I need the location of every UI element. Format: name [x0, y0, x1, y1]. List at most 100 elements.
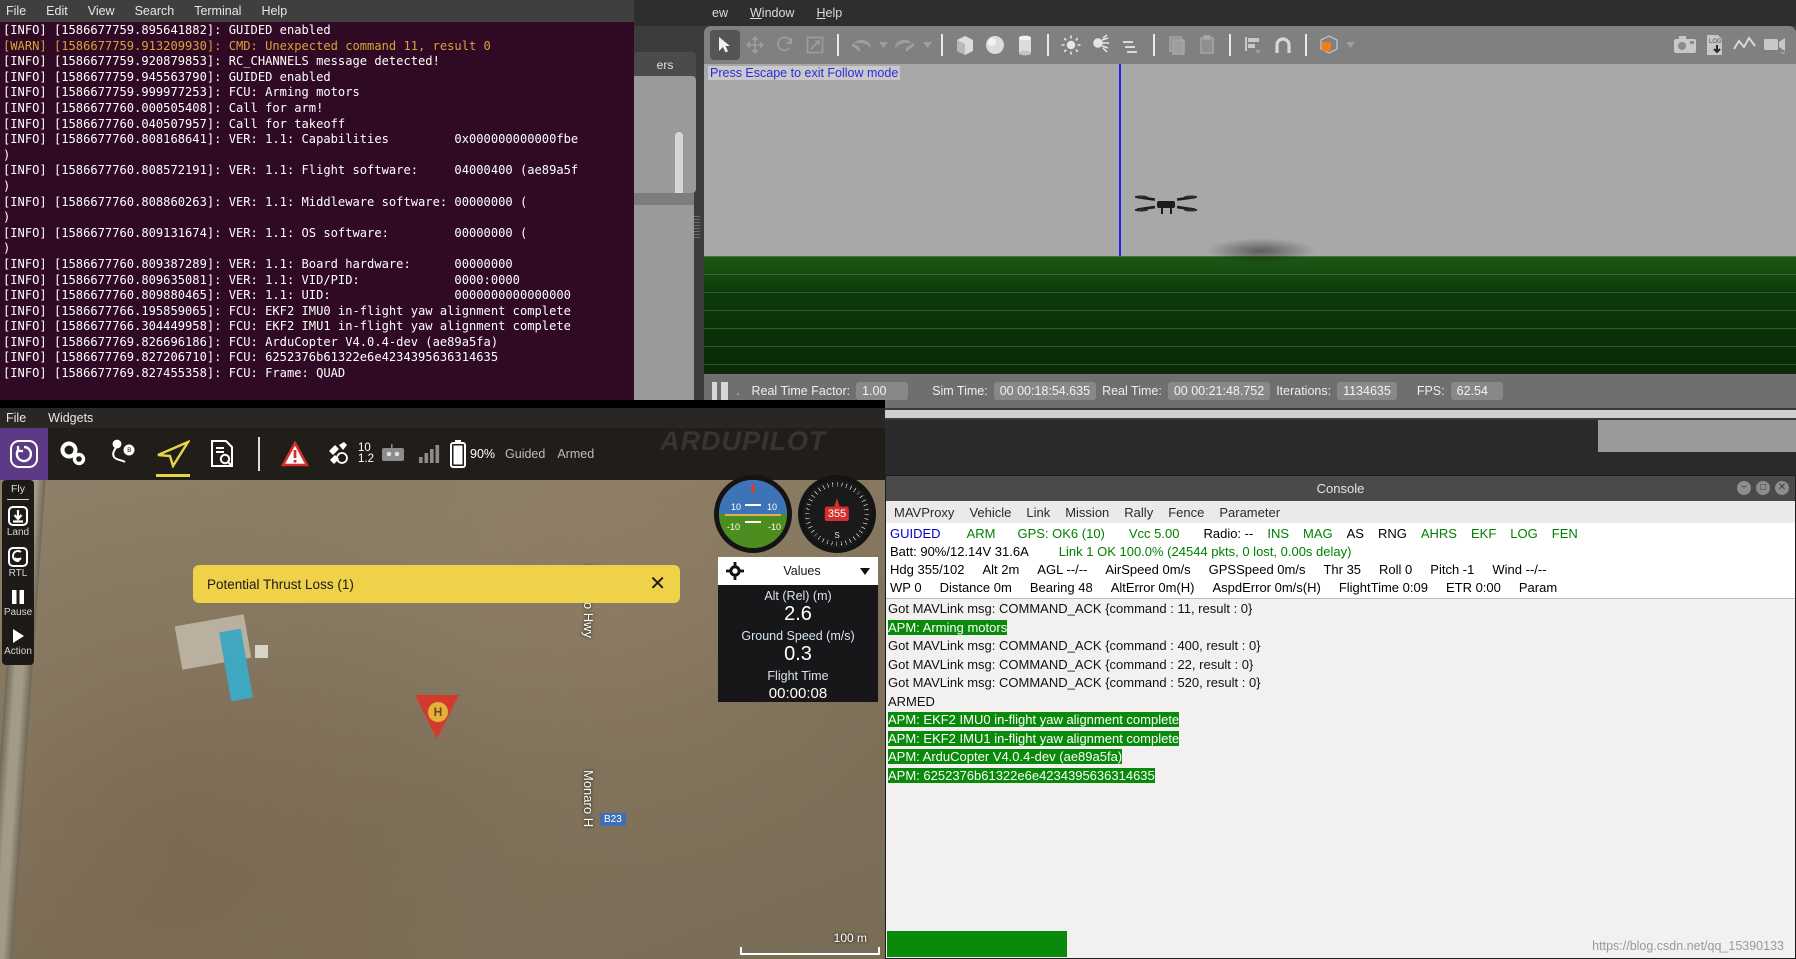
- mavproxy-menu-mavproxy[interactable]: MAVProxy: [894, 505, 954, 520]
- rtl-button[interactable]: RTL: [2, 547, 34, 579]
- close-icon[interactable]: ✕: [649, 574, 666, 594]
- log-save-icon[interactable]: LOG: [1700, 30, 1730, 60]
- qgc-fly-button[interactable]: [148, 428, 198, 480]
- box-icon[interactable]: [950, 30, 980, 60]
- attitude-indicator[interactable]: 10 10 -10 -10: [714, 475, 792, 553]
- close-icon[interactable]: ✕: [1775, 481, 1789, 495]
- terminal-menu-help[interactable]: Help: [259, 4, 289, 18]
- mavproxy-menu-link[interactable]: Link: [1026, 505, 1050, 520]
- pause-button[interactable]: Pause: [2, 588, 34, 618]
- status-field[interactable]: Bearing 48: [1030, 579, 1093, 597]
- view-cube-icon[interactable]: [1314, 30, 1344, 60]
- warning-triangle-icon[interactable]: [270, 428, 320, 480]
- translate-icon[interactable]: [740, 30, 770, 60]
- cylinder-icon[interactable]: [1010, 30, 1040, 60]
- status-field[interactable]: FlightTime 0:09: [1339, 579, 1428, 597]
- snap-icon[interactable]: [1268, 30, 1298, 60]
- copy-icon[interactable]: [1162, 30, 1192, 60]
- armed-state-label[interactable]: Armed: [557, 447, 594, 461]
- gps-status[interactable]: 10 1.2: [326, 441, 374, 467]
- mavproxy-menu-fence[interactable]: Fence: [1168, 505, 1204, 520]
- mavproxy-menu-mission[interactable]: Mission: [1065, 505, 1109, 520]
- qgc-plan-button[interactable]: B: [98, 428, 148, 480]
- scale-icon[interactable]: [800, 30, 830, 60]
- view-cube-dropdown-icon[interactable]: [1344, 30, 1356, 60]
- point-light-icon[interactable]: [1056, 30, 1086, 60]
- plot-icon[interactable]: [1730, 30, 1760, 60]
- status-field[interactable]: Batt: 90%/12.14V 31.6A: [890, 543, 1029, 561]
- alert-banner[interactable]: Potential Thrust Loss (1) ✕: [193, 565, 680, 603]
- gazebo-menu-window[interactable]: Window: [750, 6, 794, 20]
- status-field[interactable]: AGL --/--: [1037, 561, 1087, 579]
- gazebo-panel-resize-handle[interactable]: [694, 216, 700, 240]
- status-field[interactable]: RNG: [1378, 525, 1407, 543]
- status-field[interactable]: Link 1 OK 100.0% (24544 pkts, 0 lost, 0.…: [1059, 543, 1352, 561]
- status-field[interactable]: ETR 0:00: [1446, 579, 1501, 597]
- status-field[interactable]: ARM: [967, 525, 996, 543]
- status-field[interactable]: WP 0: [890, 579, 922, 597]
- gazebo-menu-view[interactable]: ew: [712, 6, 728, 20]
- status-field[interactable]: Wind --/--: [1492, 561, 1546, 579]
- status-field[interactable]: Roll 0: [1379, 561, 1412, 579]
- status-field[interactable]: Pitch -1: [1430, 561, 1474, 579]
- terminal-menu-view[interactable]: View: [86, 4, 117, 18]
- undo-icon[interactable]: [846, 30, 876, 60]
- align-icon[interactable]: [1238, 30, 1268, 60]
- drone-model[interactable]: [1135, 194, 1197, 216]
- gazebo-panel-list-2[interactable]: [634, 205, 694, 420]
- rotate-icon[interactable]: [770, 30, 800, 60]
- rc-controller-icon[interactable]: [374, 428, 412, 480]
- terminal-menu-file[interactable]: File: [4, 4, 28, 18]
- status-field[interactable]: AspdError 0m/s(H): [1212, 579, 1320, 597]
- terminal-output[interactable]: [INFO] [1586677759.895641882]: GUIDED en…: [0, 22, 634, 400]
- qgc-logo-button[interactable]: [0, 428, 48, 480]
- status-field[interactable]: AHRS: [1421, 525, 1457, 543]
- qgc-menu-widgets[interactable]: Widgets: [48, 411, 93, 425]
- status-field[interactable]: Radio: --: [1203, 525, 1253, 543]
- status-field[interactable]: AltError 0m(H): [1111, 579, 1195, 597]
- status-field[interactable]: LOG: [1510, 525, 1537, 543]
- qgc-menu-file[interactable]: File: [6, 411, 26, 425]
- undo-dropdown-icon[interactable]: [876, 30, 890, 60]
- redo-dropdown-icon[interactable]: [920, 30, 934, 60]
- mavproxy-menu-rally[interactable]: Rally: [1124, 505, 1153, 520]
- compass-indicator[interactable]: ★ 355 S: [798, 475, 876, 553]
- paste-icon[interactable]: [1192, 30, 1222, 60]
- gazebo-menu-help[interactable]: Help: [816, 6, 842, 20]
- action-button[interactable]: Action: [2, 627, 34, 657]
- video-record-icon[interactable]: [1760, 30, 1790, 60]
- mavproxy-menu-parameter[interactable]: Parameter: [1219, 505, 1280, 520]
- mavproxy-menu-vehicle[interactable]: Vehicle: [969, 505, 1011, 520]
- values-panel-header[interactable]: Values: [718, 557, 878, 585]
- land-button[interactable]: Land: [2, 506, 34, 538]
- status-field[interactable]: EKF: [1471, 525, 1496, 543]
- maximize-icon[interactable]: □: [1756, 481, 1770, 495]
- qgc-settings-button[interactable]: [48, 428, 98, 480]
- pause-icon[interactable]: [712, 382, 728, 400]
- redo-icon[interactable]: [890, 30, 920, 60]
- screenshot-camera-icon[interactable]: [1670, 30, 1700, 60]
- flight-mode-label[interactable]: Guided: [505, 447, 545, 461]
- select-arrow-icon[interactable]: [710, 30, 740, 60]
- mavproxy-log-output[interactable]: Got MAVLink msg: COMMAND_ACK {command : …: [886, 599, 1795, 837]
- status-field[interactable]: Distance 0m: [940, 579, 1012, 597]
- status-field[interactable]: GPSSpeed 0m/s: [1209, 561, 1306, 579]
- spot-light-icon[interactable]: [1086, 30, 1116, 60]
- gazebo-panel-list[interactable]: [634, 76, 696, 193]
- signal-bars-icon[interactable]: [412, 428, 446, 480]
- status-field[interactable]: GPS: OK6 (10): [1017, 525, 1104, 543]
- status-field[interactable]: FEN: [1552, 525, 1578, 543]
- terminal-menu-edit[interactable]: Edit: [44, 4, 70, 18]
- terminal-menu-terminal[interactable]: Terminal: [192, 4, 243, 18]
- status-field[interactable]: AirSpeed 0m/s: [1105, 561, 1190, 579]
- battery-status[interactable]: 90%: [450, 440, 495, 468]
- home-marker[interactable]: H: [428, 702, 448, 722]
- status-field[interactable]: Hdg 355/102: [890, 561, 964, 579]
- minimize-icon[interactable]: −: [1737, 481, 1751, 495]
- step-icon[interactable]: .: [736, 384, 739, 398]
- terminal-menu-search[interactable]: Search: [133, 4, 177, 18]
- gazebo-panel-tab-layers[interactable]: ers: [634, 52, 696, 77]
- status-field[interactable]: Thr 35: [1323, 561, 1361, 579]
- gazebo-3d-viewport[interactable]: Press Escape to exit Follow mode: [704, 64, 1796, 374]
- directional-light-icon[interactable]: [1116, 30, 1146, 60]
